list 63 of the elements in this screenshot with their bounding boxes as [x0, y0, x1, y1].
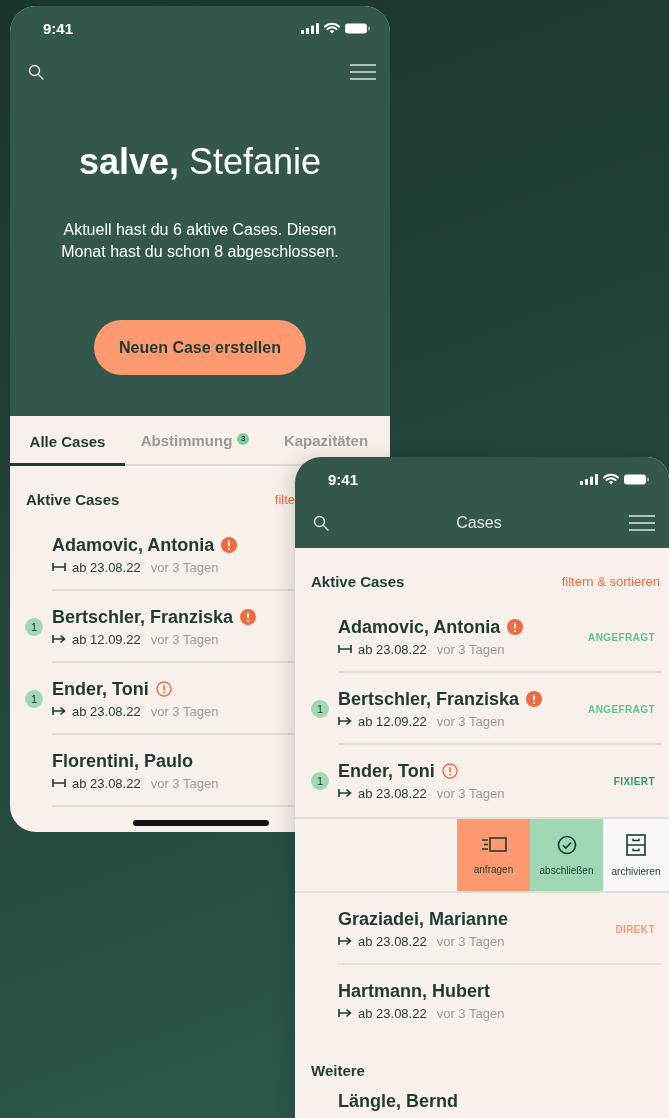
relative-time: vor 3 Tagen: [150, 703, 219, 719]
relative-time: vor 3 Tagen: [150, 631, 219, 647]
relative-time: vor 3 Tagen: [150, 775, 219, 791]
count-badge: 1: [311, 700, 329, 718]
swipe-action-button[interactable]: abschließen: [530, 819, 603, 891]
count-badge: 1: [25, 690, 43, 708]
relative-time: vor 3 Tagen: [436, 785, 505, 801]
count-badge: 1: [311, 772, 329, 790]
create-case-button[interactable]: Neuen Case erstellen: [94, 320, 306, 375]
count-badge: 1: [25, 618, 43, 636]
case-name[interactable]: Florentini, Paulo: [52, 750, 193, 772]
start-date: ab 23.08.22: [72, 559, 141, 575]
relative-time: vor 3 Tagen: [436, 641, 505, 657]
relative-time: vor 3 Tagen: [436, 713, 505, 729]
status-time: 9:41: [43, 19, 74, 37]
relative-time: vor 3 Tagen: [436, 1005, 505, 1021]
start-date: ab 23.08.22: [72, 775, 141, 791]
swipe-action-button[interactable]: archivieren: [603, 819, 669, 891]
status-label: DIREKT: [615, 923, 655, 935]
case-name[interactable]: Bertschler, Franziska: [338, 688, 520, 710]
relative-time: vor 3 Tagen: [150, 559, 219, 575]
status-label: FIXIERT: [613, 775, 655, 787]
swipe-action-button[interactable]: anfragen: [457, 819, 530, 891]
start-date: ab 23.08.22: [358, 1005, 427, 1021]
wifi-icon: [603, 473, 619, 485]
start-date: ab 23.08.22: [358, 933, 427, 949]
start-date: ab 23.08.22: [358, 785, 427, 801]
case-name[interactable]: Ender, Toni: [52, 678, 149, 700]
summary-text: Aktuell hast du 6 aktive Cases. Diesen Monat hast du schon 8 abgeschlossen.: [60, 220, 340, 262]
tab[interactable]: Alle Cases: [10, 430, 125, 466]
archive-cabinet-icon: [626, 833, 646, 856]
start-date: ab 12.09.22: [72, 631, 141, 647]
status-label: ANGEFRAGT: [588, 631, 655, 643]
section-title: Aktive Cases: [311, 572, 405, 590]
signal-icon: [580, 473, 598, 485]
screen-title: Cases: [456, 514, 502, 532]
section-title: Aktive Cases: [26, 490, 120, 508]
status-label: ANGEFRAGT: [588, 703, 655, 715]
wifi-icon: [324, 22, 340, 34]
battery-icon: [345, 22, 370, 34]
start-date: ab 12.09.22: [358, 713, 427, 729]
section-title: Weitere: [311, 1061, 365, 1079]
search-icon[interactable]: [28, 64, 44, 80]
status-time: 9:41: [328, 470, 359, 488]
case-name[interactable]: Längle, Bernd: [338, 1090, 458, 1112]
signal-icon: [301, 22, 319, 34]
check-circle-icon: [556, 834, 577, 855]
greeting: salve, Stefanie: [78, 140, 322, 184]
case-name[interactable]: Adamovic, Antonia: [338, 616, 501, 638]
start-date: ab 23.08.22: [72, 703, 141, 719]
start-date: ab 23.08.22: [358, 641, 427, 657]
tab[interactable]: Abstimmung 3: [125, 430, 265, 454]
case-name[interactable]: Graziadei, Marianne: [338, 908, 509, 930]
case-name[interactable]: Adamovic, Antonia: [52, 534, 215, 556]
case-name[interactable]: Hartmann, Hubert: [338, 980, 490, 1002]
menu-icon[interactable]: [629, 515, 655, 531]
case-name[interactable]: Bertschler, Franziska: [52, 606, 234, 628]
search-icon[interactable]: [313, 515, 329, 531]
menu-icon[interactable]: [350, 64, 376, 80]
case-name[interactable]: Ender, Toni: [338, 760, 435, 782]
battery-icon: [624, 473, 649, 485]
send-request-icon: [479, 835, 508, 854]
relative-time: vor 3 Tagen: [436, 933, 505, 949]
